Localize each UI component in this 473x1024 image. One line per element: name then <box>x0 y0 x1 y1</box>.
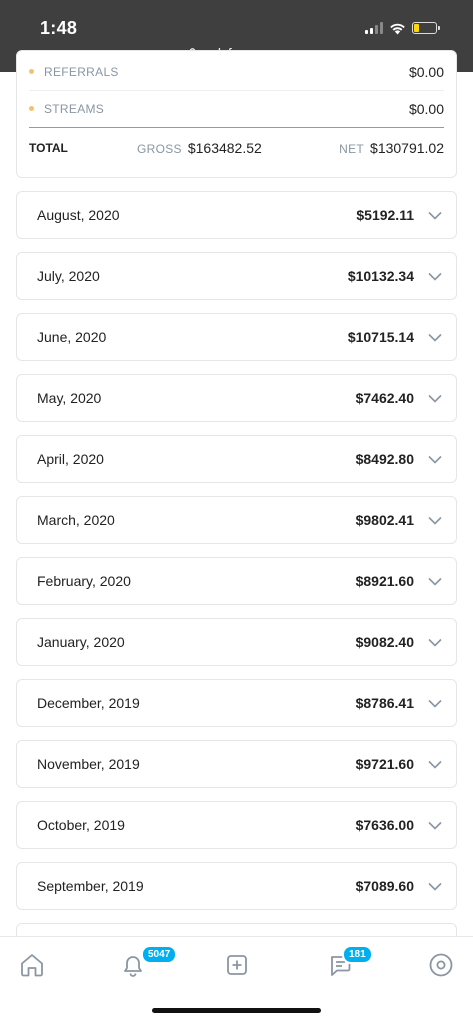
net-total: NET $130791.02 <box>339 140 444 156</box>
month-row[interactable]: October, 2019 $7636.00 <box>16 801 457 849</box>
month-row[interactable]: December, 2019 $8786.41 <box>16 679 457 727</box>
net-label: NET <box>339 142 365 156</box>
add-post-icon <box>227 955 247 975</box>
month-row[interactable]: July, 2020 $10132.34 <box>16 252 457 300</box>
messages-badge: 181 <box>342 945 373 964</box>
nav-notifications[interactable]: 5047 <box>119 945 178 979</box>
net-value: $130791.02 <box>370 140 444 156</box>
referrals-value: $0.00 <box>408 63 444 80</box>
wifi-icon <box>390 23 405 34</box>
cellular-signal-icon <box>365 22 383 34</box>
month-value: $9721.60 <box>355 756 414 772</box>
streams-value: $0.00 <box>408 100 444 117</box>
summary-row-referrals: REFERRALS $0.00 <box>29 53 444 91</box>
gross-value: $163482.52 <box>187 140 262 156</box>
month-row[interactable]: May, 2020 $7462.40 <box>16 374 457 422</box>
notifications-badge: 5047 <box>141 945 178 964</box>
month-row[interactable]: September, 2019 $7089.60 <box>16 862 457 910</box>
month-value: $10132.34 <box>347 268 414 284</box>
month-row[interactable]: January, 2020 $9082.40 <box>16 618 457 666</box>
gross-label: GROSS <box>137 142 182 156</box>
referrals-label: REFERRALS <box>44 64 119 79</box>
streams-label: STREAMS <box>44 101 105 116</box>
total-label: TOTAL <box>29 141 68 155</box>
system-status-icons <box>365 20 440 36</box>
month-row[interactable]: August, 2020 $5192.11 <box>16 191 457 239</box>
month-value: $7636.00 <box>355 817 414 833</box>
profile-icon <box>429 953 453 977</box>
nav-profile[interactable] <box>427 951 455 979</box>
chevron-down-icon[interactable] <box>428 211 442 220</box>
nav-add-post[interactable] <box>223 951 251 979</box>
month-label: March, 2020 <box>37 512 115 528</box>
summary-row-total: TOTAL GROSS $163482.52 NET $130791.02 <box>29 129 444 167</box>
month-label: June, 2020 <box>37 329 107 345</box>
month-label: December, 2019 <box>37 695 140 711</box>
chevron-down-icon[interactable] <box>428 455 442 464</box>
month-value: $5192.11 <box>356 207 414 223</box>
month-row[interactable]: February, 2020 $8921.60 <box>16 557 457 605</box>
nav-messages[interactable]: 181 <box>326 945 373 979</box>
month-value: $8921.60 <box>355 573 414 589</box>
nav-home[interactable] <box>18 951 46 979</box>
gross-total: GROSS $163482.52 <box>137 140 262 156</box>
month-value: $9802.41 <box>355 512 414 528</box>
earnings-summary-card: REFERRALS $0.00 STREAMS $0.00 TOTAL GROS… <box>16 50 457 178</box>
chevron-down-icon[interactable] <box>428 821 442 830</box>
month-label: May, 2020 <box>37 390 102 406</box>
chevron-down-icon[interactable] <box>428 699 442 708</box>
month-row[interactable]: April, 2020 $8492.80 <box>16 435 457 483</box>
month-label: February, 2020 <box>37 573 131 589</box>
month-label: October, 2019 <box>37 817 125 833</box>
chevron-down-icon[interactable] <box>428 333 442 342</box>
home-icon <box>21 954 43 977</box>
chevron-down-icon[interactable] <box>428 272 442 281</box>
month-label: November, 2019 <box>37 756 140 772</box>
summary-row-streams: STREAMS $0.00 <box>29 90 444 128</box>
status-time: 1:48 <box>40 18 78 38</box>
chevron-down-icon[interactable] <box>428 638 442 647</box>
month-label: July, 2020 <box>37 268 100 284</box>
month-value: $9082.40 <box>355 634 414 650</box>
battery-icon <box>412 22 440 34</box>
month-row[interactable]: March, 2020 $9802.41 <box>16 496 457 544</box>
month-value: $7462.40 <box>355 390 414 406</box>
month-value: $7089.60 <box>355 878 414 894</box>
referrals-dot-icon <box>29 69 34 74</box>
month-label: September, 2019 <box>37 878 144 894</box>
chevron-down-icon[interactable] <box>428 394 442 403</box>
month-label: August, 2020 <box>37 207 120 223</box>
month-value: $8492.80 <box>355 451 414 467</box>
chevron-down-icon[interactable] <box>428 760 442 769</box>
month-label: April, 2020 <box>37 451 104 467</box>
home-indicator <box>152 1008 321 1013</box>
month-row[interactable]: November, 2019 $9721.60 <box>16 740 457 788</box>
month-value: $8786.41 <box>355 695 414 711</box>
month-label: January, 2020 <box>37 634 125 650</box>
chevron-down-icon[interactable] <box>428 882 442 891</box>
month-value: $10715.14 <box>347 329 414 345</box>
month-row[interactable]: June, 2020 $10715.14 <box>16 313 457 361</box>
streams-dot-icon <box>29 106 34 111</box>
chevron-down-icon[interactable] <box>428 577 442 586</box>
chevron-down-icon[interactable] <box>428 516 442 525</box>
